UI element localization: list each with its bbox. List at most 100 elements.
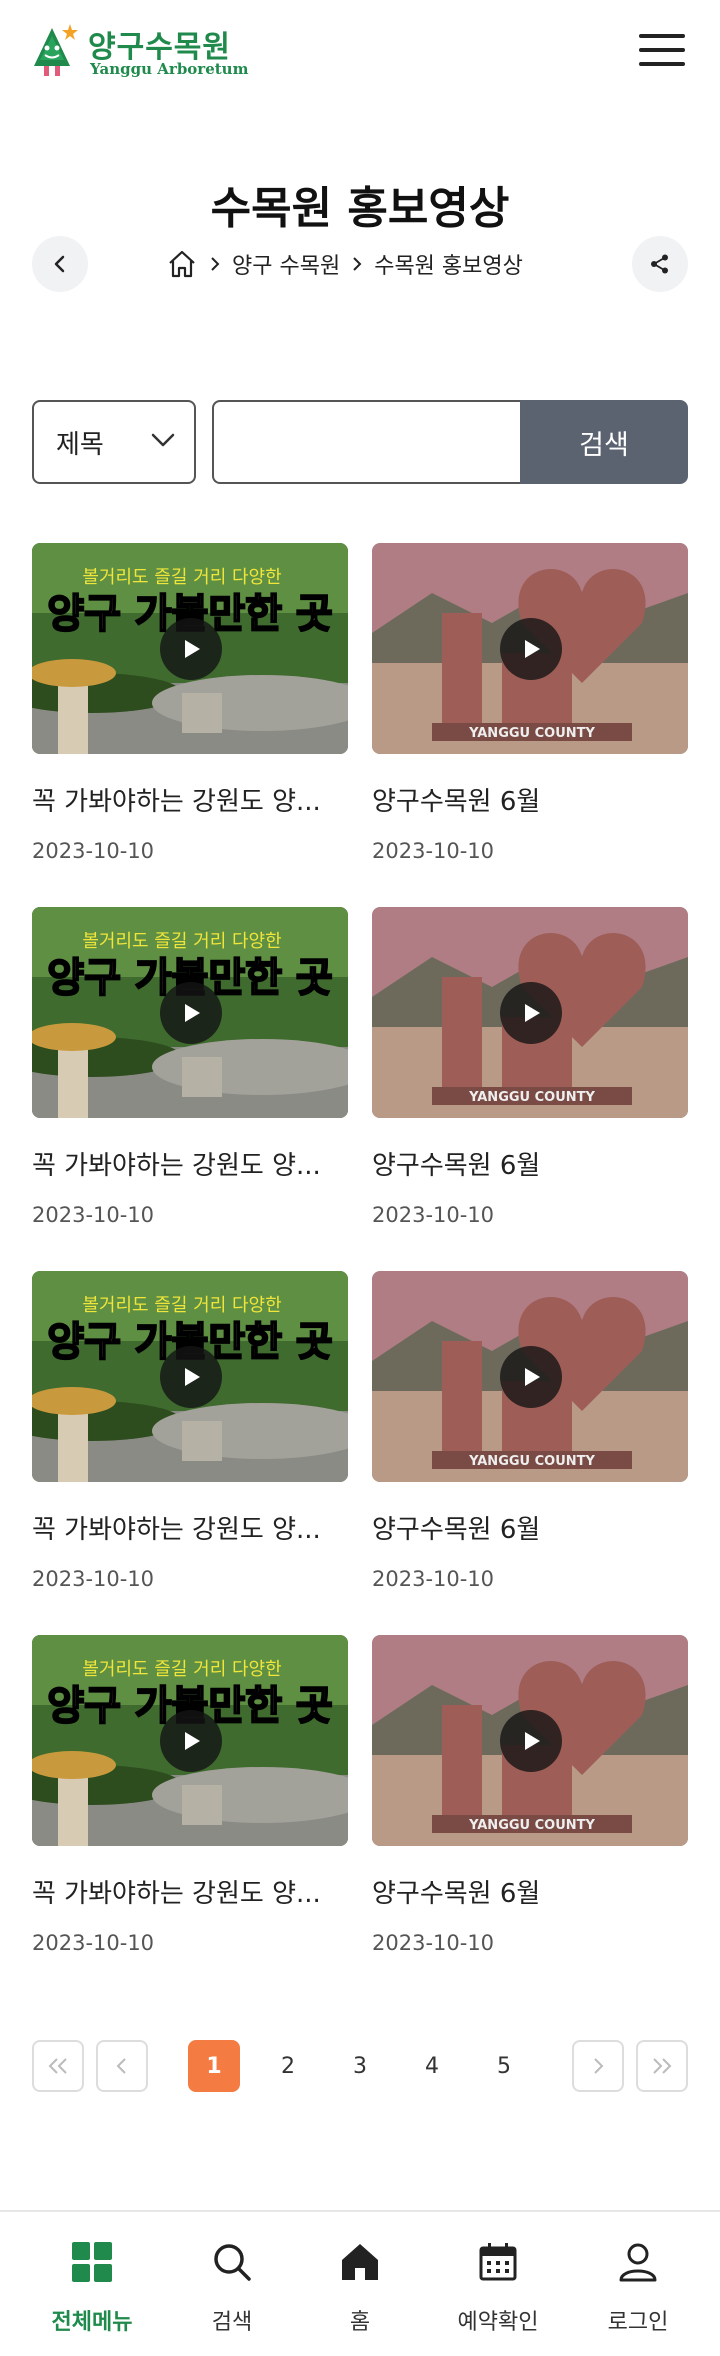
chevron-left-icon (116, 2058, 126, 2074)
nav-label: 예약확인 (457, 2310, 539, 2335)
thumbnail-caption-top: 볼거리도 즐길 거리 다양한 (82, 931, 281, 952)
video-thumbnail[interactable]: YANGGU COUNTY (372, 543, 688, 754)
nav-label: 로그인 (607, 2310, 669, 2335)
play-button[interactable] (160, 1710, 222, 1772)
play-button[interactable] (160, 982, 222, 1044)
back-button[interactable] (32, 236, 88, 292)
video-title[interactable]: 꼭 가봐야하는 강원도 양... (32, 781, 348, 818)
logo[interactable]: 양구수목원 Yanggu Arboretum (30, 22, 250, 82)
breadcrumb: 양구 수목원 수목원 홍보영상 (166, 248, 523, 280)
video-thumbnail[interactable]: 볼거리도 즐길 거리 다양한 양구 가볼만한 곳 (32, 907, 348, 1118)
thumbnail-caption-top: 볼거리도 즐길 거리 다양한 (82, 567, 281, 588)
video-title[interactable]: 양구수목원 6월 (372, 1873, 688, 1910)
video-thumbnail[interactable]: 볼거리도 즐길 거리 다양한 양구 가볼만한 곳 (32, 1271, 348, 1482)
play-button[interactable] (160, 1346, 222, 1408)
play-button[interactable] (160, 618, 222, 680)
last-page-button[interactable] (636, 2040, 688, 2092)
hamburger-line (639, 34, 685, 38)
thumbnail-caption-top: 볼거리도 즐길 거리 다양한 (82, 1659, 281, 1680)
video-title[interactable]: 꼭 가봐야하는 강원도 양... (32, 1873, 348, 1910)
page-number[interactable]: 5 (478, 2040, 530, 2092)
play-button[interactable] (500, 1710, 562, 1772)
video-title[interactable]: 꼭 가봐야하는 강원도 양... (32, 1509, 348, 1546)
hamburger-line (639, 48, 685, 52)
prev-page-button[interactable] (96, 2040, 148, 2092)
chevron-right-icon (594, 2058, 604, 2074)
nav-item-login[interactable]: 로그인 (568, 2212, 708, 2356)
page-number[interactable]: 2 (262, 2040, 314, 2092)
chevron-down-icon (151, 433, 175, 447)
video-title[interactable]: 양구수목원 6월 (372, 1509, 688, 1546)
video-date: 2023-10-10 (32, 1203, 155, 1227)
video-card[interactable]: 볼거리도 즐길 거리 다양한 양구 가볼만한 곳 꼭 가봐야하는 강원도 양..… (32, 907, 348, 1237)
video-thumbnail[interactable]: 볼거리도 즐길 거리 다양한 양구 가볼만한 곳 (32, 1635, 348, 1846)
play-button[interactable] (500, 618, 562, 680)
search-input[interactable] (212, 400, 522, 484)
video-thumbnail[interactable]: 볼거리도 즐길 거리 다양한 양구 가볼만한 곳 (32, 543, 348, 754)
video-title[interactable]: 꼭 가봐야하는 강원도 양... (32, 1145, 348, 1182)
share-button[interactable] (632, 236, 688, 292)
nav-label: 검색 (211, 2310, 253, 2335)
double-chevron-right-icon (653, 2058, 672, 2074)
next-page-button[interactable] (572, 2040, 624, 2092)
thumbnail-caption-main: YANGGU COUNTY (468, 1818, 595, 1833)
grid-icon (72, 2242, 112, 2282)
play-icon (525, 1368, 540, 1386)
video-thumbnail[interactable]: YANGGU COUNTY (372, 1635, 688, 1846)
video-card[interactable]: YANGGU COUNTY 양구수목원 6월 2023-10-10 (372, 543, 688, 873)
double-chevron-left-icon (48, 2058, 67, 2074)
thumbnail-caption-top: 볼거리도 즐길 거리 다양한 (82, 1295, 281, 1316)
search-icon (214, 2244, 251, 2281)
play-icon (185, 640, 200, 658)
video-card[interactable]: 볼거리도 즐길 거리 다양한 양구 가볼만한 곳 꼭 가봐야하는 강원도 양..… (32, 543, 348, 873)
page-number[interactable]: 3 (334, 2040, 386, 2092)
home-icon (342, 2244, 378, 2280)
video-card[interactable]: YANGGU COUNTY 양구수목원 6월 2023-10-10 (372, 1271, 688, 1601)
video-card[interactable]: YANGGU COUNTY 양구수목원 6월 2023-10-10 (372, 1635, 688, 1965)
nav-item-home[interactable]: 홈 (290, 2212, 430, 2356)
video-title[interactable]: 양구수목원 6월 (372, 1145, 688, 1182)
play-icon (185, 1004, 200, 1022)
breadcrumb-item-current: 수목원 홍보영상 (374, 254, 523, 279)
video-card[interactable]: 볼거리도 즐길 거리 다양한 양구 가볼만한 곳 꼭 가봐야하는 강원도 양..… (32, 1271, 348, 1601)
search-field-select[interactable]: 제목 (32, 400, 196, 484)
logo-english-text: Yanggu Arboretum (90, 60, 249, 78)
play-icon (525, 1732, 540, 1750)
video-date: 2023-10-10 (372, 839, 495, 863)
header: 양구수목원 Yanggu Arboretum (0, 0, 720, 100)
bottom-navigation: 전체메뉴 검색 홈 예약확인 로그인 (0, 2210, 720, 2356)
chevron-right-icon (210, 256, 220, 272)
video-card[interactable]: YANGGU COUNTY 양구수목원 6월 2023-10-10 (372, 907, 688, 1237)
chevron-right-icon (352, 256, 362, 272)
thumbnail-caption-main: YANGGU COUNTY (468, 726, 595, 741)
play-button[interactable] (500, 1346, 562, 1408)
play-icon (525, 640, 540, 658)
nav-item-all-menu[interactable]: 전체메뉴 (22, 2212, 162, 2356)
nav-item-search[interactable]: 검색 (162, 2212, 302, 2356)
home-icon[interactable] (166, 248, 198, 280)
video-date: 2023-10-10 (372, 1203, 495, 1227)
page-number-current[interactable]: 1 (188, 2040, 240, 2092)
breadcrumb-item-yanggu-arboretum[interactable]: 양구 수목원 (232, 248, 340, 280)
page-title: 수목원 홍보영상 (210, 183, 510, 234)
video-card[interactable]: 볼거리도 즐길 거리 다양한 양구 가볼만한 곳 꼭 가봐야하는 강원도 양..… (32, 1635, 348, 1965)
play-icon (185, 1368, 200, 1386)
nav-label: 홈 (349, 2310, 371, 2335)
search-button[interactable]: 검색 (520, 400, 688, 484)
hamburger-line (639, 62, 685, 66)
nav-item-reservation-check[interactable]: 예약확인 (428, 2212, 568, 2356)
video-thumbnail[interactable]: YANGGU COUNTY (372, 1271, 688, 1482)
page-number[interactable]: 4 (406, 2040, 458, 2092)
video-date: 2023-10-10 (32, 1931, 155, 1955)
pagination: 1 2 3 4 5 (0, 2040, 720, 2092)
hamburger-menu-button[interactable] (636, 30, 688, 70)
play-button[interactable] (500, 982, 562, 1044)
video-title[interactable]: 양구수목원 6월 (372, 781, 688, 818)
play-icon (185, 1732, 200, 1750)
play-icon (525, 1004, 540, 1022)
video-date: 2023-10-10 (32, 1567, 155, 1591)
video-thumbnail[interactable]: YANGGU COUNTY (372, 907, 688, 1118)
first-page-button[interactable] (32, 2040, 84, 2092)
share-icon (651, 254, 668, 274)
video-date: 2023-10-10 (32, 839, 155, 863)
